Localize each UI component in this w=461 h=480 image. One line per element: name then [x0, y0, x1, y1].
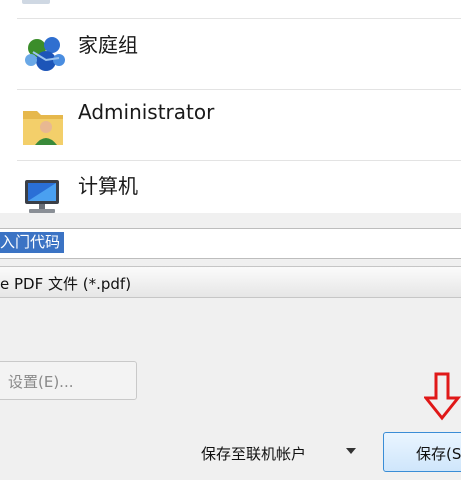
- filename-value[interactable]: 入门代码: [0, 232, 65, 253]
- save-button-label: 保存(S: [416, 445, 461, 463]
- red-down-arrow-icon: [424, 372, 461, 421]
- chevron-down-icon[interactable]: [346, 448, 356, 454]
- nav-item-homegroup[interactable]: 家庭组: [0, 19, 461, 87]
- nav-item-computer[interactable]: 计算机: [0, 161, 461, 213]
- filetype-value: e PDF 文件 (*.pdf): [0, 275, 132, 293]
- save-online-link[interactable]: 保存至联机帐户: [201, 443, 306, 464]
- homegroup-icon: [25, 37, 65, 71]
- nav-item-label: 计算机: [78, 174, 138, 198]
- nav-item-administrator[interactable]: Administrator: [0, 90, 461, 158]
- nav-item-label: 家庭组: [78, 33, 138, 57]
- computer-icon: [25, 180, 59, 213]
- save-button[interactable]: 保存(S: [383, 432, 461, 472]
- navigation-pane: 家庭组 Administrator 计算机: [0, 0, 461, 213]
- partial-item-icon: [22, 0, 50, 4]
- user-folder-icon: [23, 111, 63, 145]
- filename-field[interactable]: 入门代码: [0, 228, 461, 259]
- nav-item-label: Administrator: [78, 100, 215, 124]
- settings-button-label: 设置(E)...: [8, 373, 74, 391]
- filetype-select[interactable]: e PDF 文件 (*.pdf): [0, 266, 461, 298]
- settings-button[interactable]: 设置(E)...: [0, 361, 137, 400]
